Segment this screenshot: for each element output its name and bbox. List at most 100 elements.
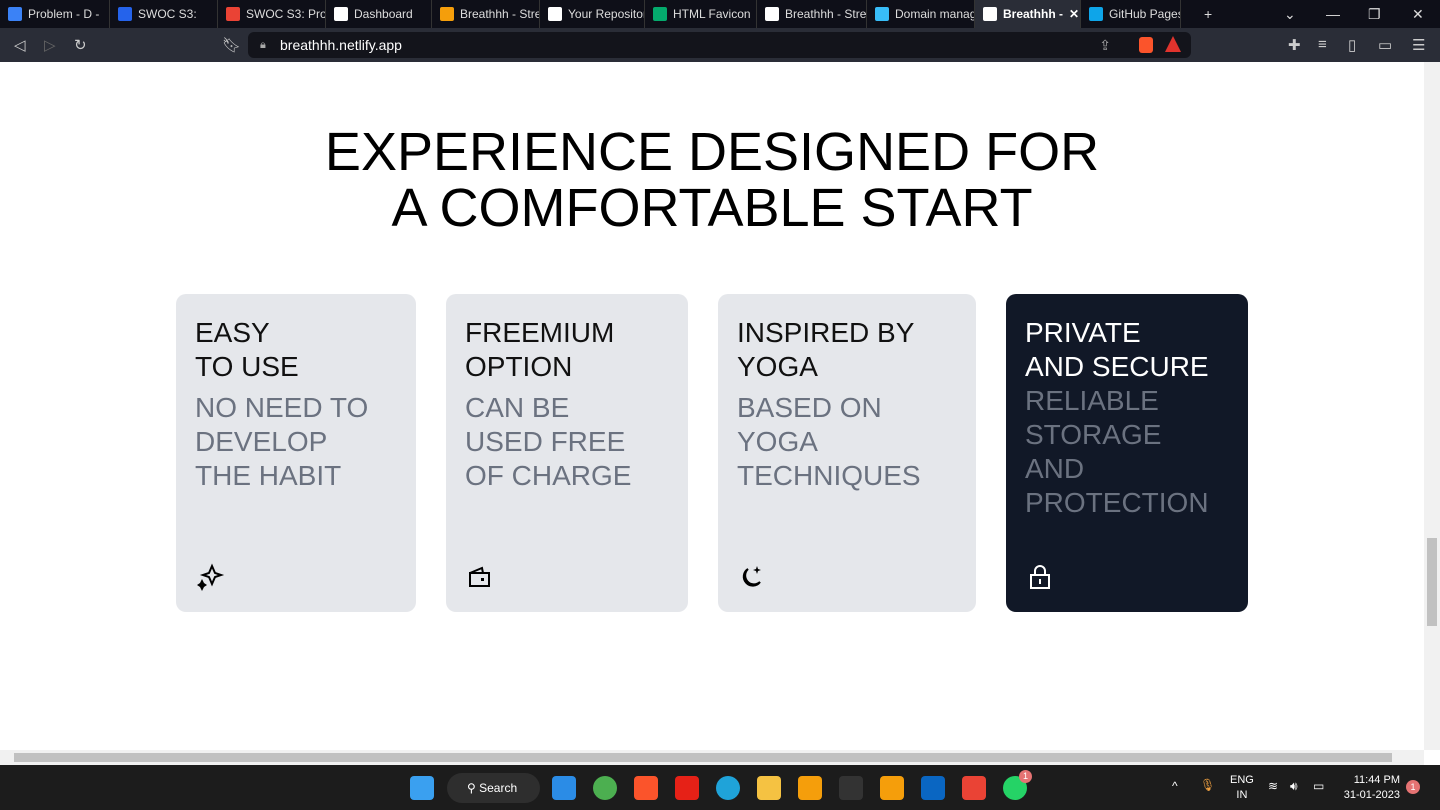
lock-icon: 🔒︎ (260, 39, 266, 51)
close-tab-icon[interactable]: ✕ (1069, 7, 1079, 21)
card-subtitle: BASED ON YOGA TECHNIQUES (737, 392, 921, 491)
minimize-icon[interactable]: — (1326, 6, 1340, 22)
share-icon[interactable]: ⇪ (1099, 32, 1111, 58)
url-text[interactable]: breathhh.netlify.app (280, 37, 402, 53)
bookmark-icon[interactable]: 🔖︎ (222, 36, 241, 54)
tab-label: Domain manag (895, 7, 975, 21)
time: 11:44 PM (1353, 774, 1400, 786)
search-label: Search (479, 781, 518, 795)
section-heading: EXPERIENCE DESIGNED FOR A COMFORTABLE ST… (0, 124, 1424, 236)
browser-tab[interactable]: Dashboard (326, 0, 432, 28)
tab-favicon-icon (875, 7, 889, 21)
microphone-icon[interactable]: 🎙︎ (1200, 778, 1215, 792)
browser-tab[interactable]: Problem - D - (0, 0, 110, 28)
gmail-icon[interactable] (962, 776, 986, 800)
browser-tab[interactable]: Domain manag (867, 0, 975, 28)
wallet-icon (469, 566, 490, 587)
tab-favicon-icon (548, 7, 562, 21)
search-button[interactable]: ⚲ Search (447, 773, 540, 803)
playlist-icon[interactable]: ≡ (1318, 36, 1327, 53)
tab-search-icon[interactable]: ⌄ (1284, 6, 1296, 23)
notification-badge[interactable]: 1 (1406, 780, 1420, 794)
browser-tab[interactable]: Breathhh - ✕ (975, 0, 1081, 28)
date: 31-01-2023 (1343, 789, 1400, 801)
wallet-icon[interactable]: ▭ (1378, 36, 1392, 54)
chrome-icon[interactable] (593, 776, 617, 800)
language-indicator[interactable]: ENG IN (1230, 773, 1254, 803)
tab-label: GitHub Pages (1109, 7, 1181, 21)
tab-label: Breathhh - Stre (460, 7, 540, 21)
feature-card-freemium: FREEMIUM OPTION CAN BE USED FREE OF CHAR… (446, 294, 688, 612)
close-window-icon[interactable]: ✕ (1412, 6, 1424, 23)
file-explorer-icon[interactable] (757, 776, 781, 800)
windows-start-icon[interactable] (410, 776, 434, 800)
card-title: EASY TO USE (195, 317, 299, 382)
scroll-thumb[interactable] (14, 753, 1392, 762)
heading-line-2: A COMFORTABLE START (391, 178, 1033, 238)
browser-tab[interactable]: Your Repositor (540, 0, 645, 28)
browser-tab[interactable]: Breathhh - Stre (757, 0, 867, 28)
tab-favicon-icon (118, 7, 132, 21)
back-icon[interactable]: ◁ (14, 36, 26, 54)
brave-rewards-icon[interactable] (1165, 36, 1181, 52)
taskbar: ⚲ Search 1 ^ 🎙︎ ENG IN ≋ 🔊︎ ▭ 11:44 PM 3… (0, 765, 1440, 810)
browser-tab[interactable]: SWOC S3: (110, 0, 218, 28)
heading-line-1: EXPERIENCE DESIGNED FOR (324, 122, 1100, 182)
maximize-icon[interactable]: ❐ (1368, 6, 1381, 23)
menu-icon[interactable]: ☰ (1412, 36, 1425, 54)
browser-tab[interactable]: SWOC S3: Proj (218, 0, 326, 28)
reload-icon[interactable]: ↻ (74, 36, 87, 54)
card-title: PRIVATE AND SECURE (1025, 317, 1209, 382)
tab-favicon-icon (440, 7, 454, 21)
feature-card-yoga: INSPIRED BY YOGA BASED ON YOGA TECHNIQUE… (718, 294, 976, 612)
card-subtitle: RELIABLE STORAGE AND PROTECTION (1025, 385, 1209, 518)
page-content: EXPERIENCE DESIGNED FOR A COMFORTABLE ST… (0, 62, 1424, 750)
extensions-icon[interactable]: ✚ (1288, 36, 1301, 54)
new-tab-icon[interactable]: + (1204, 6, 1212, 22)
card-title: FREEMIUM OPTION (465, 317, 615, 382)
whatsapp-badge: 1 (1019, 770, 1032, 783)
browser-tab[interactable]: GitHub Pages (1081, 0, 1181, 28)
tab-favicon-icon (226, 7, 240, 21)
wifi-icon[interactable]: ≋ (1268, 779, 1278, 793)
brave-shields-icon[interactable] (1139, 37, 1153, 53)
feature-card-private: PRIVATE AND SECURE RELIABLE STORAGE AND … (1006, 294, 1248, 612)
battery-icon[interactable]: ▭ (1313, 779, 1324, 793)
tab-label: SWOC S3: Proj (246, 7, 326, 21)
sidebar-icon[interactable]: ▯ (1348, 36, 1356, 54)
lang-line-1: ENG (1230, 774, 1254, 786)
feature-card-easy: EASY TO USE NO NEED TO DEVELOP THE HABIT (176, 294, 416, 612)
horizontal-scrollbar[interactable] (0, 750, 1424, 765)
tab-favicon-icon (334, 7, 348, 21)
forward-icon[interactable]: ▷ (44, 36, 56, 54)
powerbi-icon[interactable] (798, 776, 822, 800)
browser-tab[interactable]: HTML Favicon (645, 0, 757, 28)
card-title: INSPIRED BY YOGA (737, 317, 915, 382)
linkedin-icon[interactable] (921, 776, 945, 800)
vscode-icon[interactable] (552, 776, 576, 800)
sublime-icon[interactable] (880, 776, 904, 800)
tab-label: Dashboard (354, 7, 413, 21)
address-bar[interactable]: 🔒︎ breathhh.netlify.app ⇪ (248, 32, 1191, 58)
tab-favicon-icon (765, 7, 779, 21)
clock[interactable]: 11:44 PM 31-01-2023 (1340, 773, 1400, 803)
card-subtitle: CAN BE USED FREE OF CHARGE (465, 392, 632, 491)
tab-label: Breathhh - Stre (785, 7, 867, 21)
tab-label: Breathhh - (1003, 7, 1063, 21)
brave-icon[interactable] (634, 776, 658, 800)
search-icon: ⚲ (467, 781, 480, 795)
tab-label: SWOC S3: (138, 7, 197, 21)
vertical-scrollbar[interactable] (1424, 62, 1440, 750)
browser-toolbar: ◁ ▷ ↻ 🔖︎ 🔒︎ breathhh.netlify.app ⇪ ✚ ≡ ▯… (0, 28, 1440, 62)
chevron-up-icon[interactable]: ^ (1172, 779, 1178, 793)
browser-tab[interactable]: Breathhh - Stre (432, 0, 540, 28)
tab-favicon-icon (1089, 7, 1103, 21)
edge-icon[interactable] (716, 776, 740, 800)
tab-favicon-icon (983, 7, 997, 21)
scroll-thumb[interactable] (1427, 538, 1437, 626)
tab-favicon-icon (653, 7, 667, 21)
app-icon[interactable] (839, 776, 863, 800)
lock-icon (1030, 565, 1050, 589)
youtube-icon[interactable] (675, 776, 699, 800)
volume-icon[interactable]: 🔊︎ (1290, 779, 1298, 794)
